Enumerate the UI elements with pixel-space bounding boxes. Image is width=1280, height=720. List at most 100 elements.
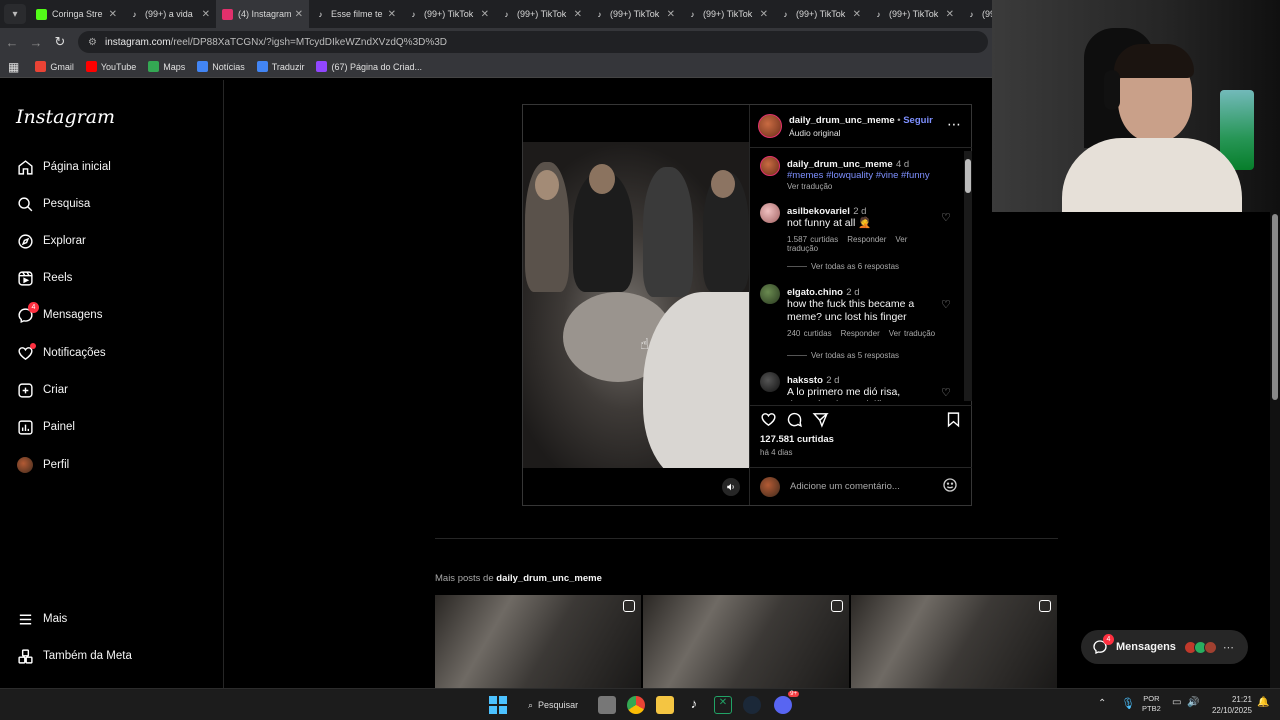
close-tab-icon[interactable]: ✕	[946, 9, 954, 20]
reply-button[interactable]: Responder	[841, 329, 880, 338]
excel-icon[interactable]: ✕	[714, 696, 732, 714]
browser-tab[interactable]: Coringa Stre ✕	[30, 0, 123, 28]
task-view-icon[interactable]	[598, 696, 616, 714]
close-tab-icon[interactable]: ✕	[295, 9, 303, 20]
taskbar-search[interactable]: ⌕ Pesquisar	[520, 695, 582, 715]
language-indicator[interactable]: POR PTB2	[1142, 694, 1161, 714]
mute-button[interactable]	[722, 478, 740, 496]
more-post-thumbnail[interactable]	[643, 595, 849, 688]
comment-likes[interactable]: 240 curtidas	[787, 329, 832, 338]
comment-bubble-icon[interactable]	[786, 411, 803, 431]
follow-button[interactable]: Seguir	[903, 115, 933, 126]
more-options-icon[interactable]: ⋯	[947, 116, 962, 133]
close-tab-icon[interactable]: ✕	[574, 9, 582, 20]
reload-button[interactable]: ↻	[48, 34, 72, 50]
bookmark-item[interactable]: (67) Página do Criad...	[316, 61, 422, 72]
microphone-icon[interactable]: 🎙	[1121, 697, 1135, 710]
tiktok-icon[interactable]: ♪	[685, 696, 703, 714]
browser-tab[interactable]: (4) Instagram ✕	[216, 0, 309, 28]
comments-scrollbar[interactable]	[964, 151, 972, 401]
close-tab-icon[interactable]: ✕	[109, 9, 117, 20]
tray-overflow-icon[interactable]: ⌃	[1098, 698, 1106, 709]
comment-avatar[interactable]	[760, 284, 780, 304]
nav-also-from-meta[interactable]: Também da Meta	[16, 642, 132, 670]
close-tab-icon[interactable]: ✕	[388, 9, 396, 20]
comment-avatar[interactable]	[760, 203, 780, 223]
nav-more[interactable]: Mais	[16, 605, 67, 633]
browser-tab[interactable]: ♪ (99+) TikTok ✕	[681, 0, 774, 28]
clock[interactable]: 21:21 22/10/2025	[1208, 694, 1252, 716]
more-posts-username[interactable]: daily_drum_unc_meme	[496, 573, 602, 584]
nav-search[interactable]: Pesquisa	[16, 190, 90, 218]
nav-messages[interactable]: 4 Mensagens	[16, 301, 102, 329]
comment-like-heart-icon[interactable]: ♡	[941, 211, 951, 224]
messages-pill[interactable]: 4 Mensagens ⋯	[1081, 630, 1248, 664]
add-comment-input[interactable]: Adicione um comentário...	[790, 481, 942, 492]
comment-like-heart-icon[interactable]: ♡	[941, 386, 951, 399]
emoji-icon[interactable]	[942, 477, 958, 496]
close-tab-icon[interactable]: ✕	[667, 9, 675, 20]
likes-count[interactable]: 127.581 curtidas	[760, 434, 834, 445]
close-tab-icon[interactable]: ✕	[481, 9, 489, 20]
forward-button[interactable]: →	[24, 35, 48, 50]
see-translation-link[interactable]: Ver tradução	[787, 182, 947, 191]
comment-avatar[interactable]	[760, 372, 780, 392]
bookmark-item[interactable]: Maps	[148, 61, 185, 72]
volume-icon[interactable]: 🔊	[1187, 697, 1199, 708]
chrome-icon[interactable]	[627, 696, 645, 714]
file-explorer-icon[interactable]	[656, 696, 674, 714]
share-send-icon[interactable]	[812, 411, 829, 431]
comment-username[interactable]: elgato.chino	[787, 287, 843, 298]
view-replies-link[interactable]: Ver todas as 6 respostas	[787, 262, 899, 271]
comment-username[interactable]: hakssto	[787, 375, 823, 386]
steam-icon[interactable]	[743, 696, 761, 714]
nav-dashboard[interactable]: Painel	[16, 413, 75, 441]
save-bookmark-icon[interactable]	[946, 411, 961, 431]
like-heart-icon[interactable]	[760, 411, 777, 431]
close-tab-icon[interactable]: ✕	[760, 9, 768, 20]
more-post-thumbnail[interactable]	[435, 595, 641, 688]
browser-tab[interactable]: ♪ (99+) TikTok ✕	[588, 0, 681, 28]
browser-tab[interactable]: ♪ Esse filme te ✕	[309, 0, 402, 28]
nav-create[interactable]: Criar	[16, 376, 68, 404]
network-icon[interactable]: ▭	[1172, 697, 1181, 708]
reel-video[interactable]: ☝	[523, 105, 749, 505]
nav-notifications[interactable]: Notificações	[16, 339, 106, 367]
apps-grid-icon[interactable]: ▦	[8, 60, 19, 74]
bookmark-item[interactable]: Notícias	[197, 61, 245, 72]
comment-username[interactable]: asilbekovariel	[787, 206, 850, 217]
notification-center-icon[interactable]: 🔔	[1257, 697, 1269, 708]
caption-hashtags[interactable]: #memes #lowquality #vine #funny	[787, 170, 947, 181]
comment-username[interactable]: daily_drum_unc_meme	[787, 159, 893, 170]
tab-search-button[interactable]: ▾	[4, 4, 26, 24]
reply-button[interactable]: Responder	[847, 235, 886, 244]
browser-tab[interactable]: ♪ (99+) TikTok ✕	[774, 0, 867, 28]
author-avatar[interactable]	[758, 114, 782, 138]
browser-tab[interactable]: ♪ (99+) a vida ✕	[123, 0, 216, 28]
windows-start-icon[interactable]	[489, 696, 507, 714]
url-field[interactable]: ⚙ instagram.com/reel/DP88XaTCGNx/?igsh=M…	[78, 31, 988, 53]
browser-tab[interactable]: ♪ (99+) TikTok ✕	[495, 0, 588, 28]
bookmark-item[interactable]: Traduzir	[256, 61, 304, 72]
nav-profile[interactable]: Perfil	[16, 451, 69, 479]
browser-tab[interactable]: ♪ (99+) TikTok ✕	[867, 0, 960, 28]
comment-likes[interactable]: 1.587 curtidas	[787, 235, 838, 244]
close-tab-icon[interactable]: ✕	[202, 9, 210, 20]
comment-avatar[interactable]	[760, 156, 780, 176]
page-scrollbar[interactable]	[1270, 212, 1280, 688]
audio-link[interactable]: Áudio original	[789, 128, 841, 138]
nav-reels[interactable]: Reels	[16, 264, 72, 292]
nav-explore[interactable]: Explorar	[16, 227, 86, 255]
more-post-thumbnail[interactable]	[851, 595, 1057, 688]
close-tab-icon[interactable]: ✕	[853, 9, 861, 20]
discord-icon[interactable]: 9+	[774, 691, 799, 714]
browser-tab[interactable]: ♪ (99+) TikTok ✕	[402, 0, 495, 28]
back-button[interactable]: ←	[0, 35, 24, 50]
view-replies-link[interactable]: Ver todas as 5 respostas	[787, 351, 899, 360]
bookmark-item[interactable]: Gmail	[35, 61, 74, 72]
instagram-logo[interactable]: Instagram	[16, 106, 115, 128]
site-info-icon[interactable]: ⚙	[88, 37, 97, 48]
scrollbar-thumb[interactable]	[965, 159, 971, 193]
author-username[interactable]: daily_drum_unc_meme	[789, 115, 895, 126]
bookmark-item[interactable]: YouTube	[85, 61, 136, 72]
